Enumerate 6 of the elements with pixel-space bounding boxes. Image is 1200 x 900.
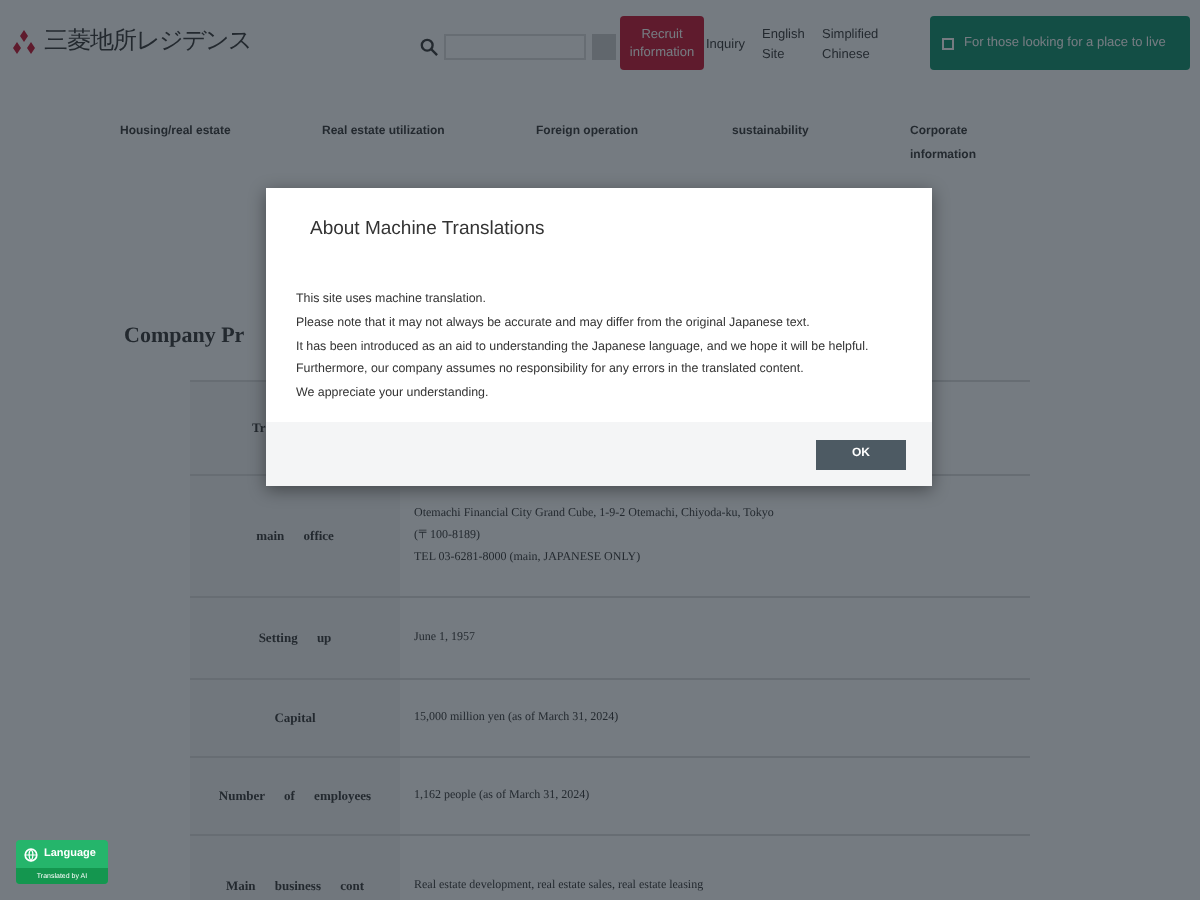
- logo-text: 三菱地所レジデンス: [44, 24, 251, 58]
- page-title: Company Pr: [124, 324, 245, 352]
- globe-icon: [24, 847, 38, 861]
- dialog-title: About Machine Translations: [308, 216, 547, 244]
- search-icon[interactable]: [420, 38, 438, 56]
- diamonds-logo-icon: [10, 29, 38, 53]
